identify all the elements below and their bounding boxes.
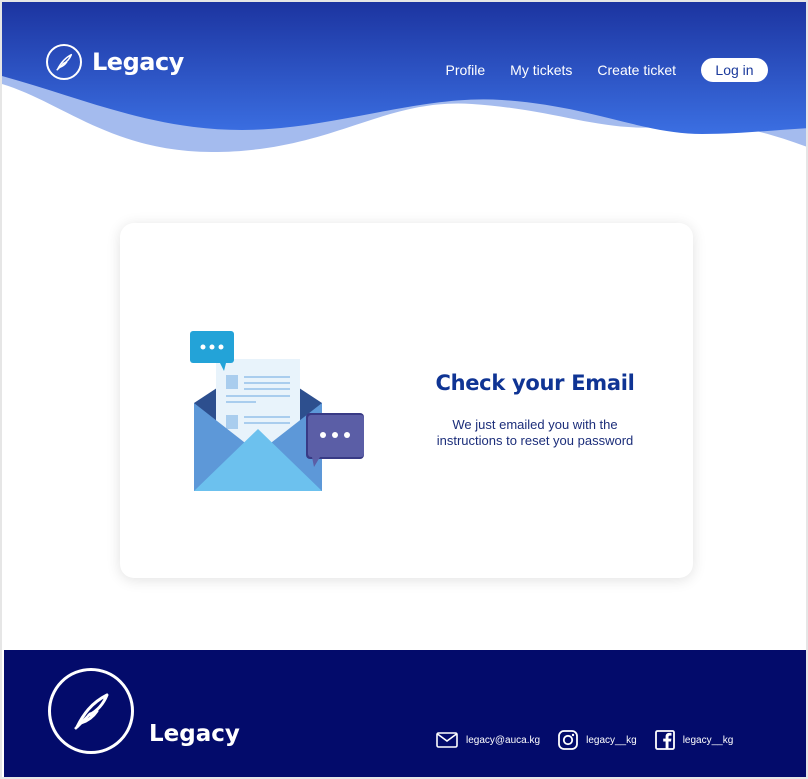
letter-line bbox=[244, 382, 290, 384]
letter-image-block bbox=[226, 375, 238, 389]
brand-name: Legacy bbox=[92, 48, 184, 76]
footer-contacts: legacy@auca.kg legacy__kg legacy__kg bbox=[436, 730, 751, 750]
card-message-line-1: We just emailed you with the bbox=[452, 417, 618, 432]
contact-instagram-text: legacy__kg bbox=[586, 734, 637, 746]
instagram-icon bbox=[558, 730, 578, 750]
letter-image-block bbox=[226, 415, 238, 429]
letter-line bbox=[244, 416, 290, 418]
contact-email-text: legacy@auca.kg bbox=[466, 734, 541, 746]
top-nav: Profile My tickets Create ticket Log in bbox=[445, 58, 768, 82]
nav-profile[interactable]: Profile bbox=[445, 62, 485, 78]
login-button[interactable]: Log in bbox=[701, 58, 768, 82]
contact-facebook[interactable]: legacy__kg bbox=[654, 730, 734, 750]
brand[interactable]: Legacy bbox=[46, 44, 184, 80]
open-envelope-illustration bbox=[190, 331, 364, 491]
card-message-line-2: instructions to reset you password bbox=[436, 433, 634, 448]
contact-facebook-text: legacy__kg bbox=[682, 734, 734, 746]
facebook-icon bbox=[654, 730, 675, 750]
card-title: Check your Email bbox=[435, 371, 635, 395]
footer-brand-name: Legacy bbox=[149, 721, 240, 747]
letter-line bbox=[244, 376, 290, 378]
letter-line bbox=[226, 401, 256, 403]
feather-logo-icon bbox=[46, 44, 82, 80]
letter-line bbox=[226, 395, 290, 397]
letter-line bbox=[244, 388, 290, 390]
card-message: We just emailed you with the instruction… bbox=[410, 417, 660, 449]
feather-logo-icon bbox=[48, 668, 134, 754]
header-wave-background bbox=[2, 2, 806, 152]
envelope-icon bbox=[436, 732, 458, 748]
nav-create-ticket[interactable]: Create ticket bbox=[597, 62, 676, 78]
contact-instagram[interactable]: legacy__kg bbox=[558, 730, 637, 750]
check-email-card: Check your Email We just emailed you wit… bbox=[120, 223, 693, 578]
nav-my-tickets[interactable]: My tickets bbox=[510, 62, 572, 78]
header: Legacy Profile My tickets Create ticket … bbox=[2, 2, 806, 162]
footer: Legacy legacy@auca.kg legacy__kg legacy_… bbox=[4, 650, 806, 777]
contact-email[interactable]: legacy@auca.kg bbox=[436, 732, 540, 748]
letter-line bbox=[244, 422, 290, 424]
page-frame: Legacy Profile My tickets Create ticket … bbox=[0, 0, 808, 779]
